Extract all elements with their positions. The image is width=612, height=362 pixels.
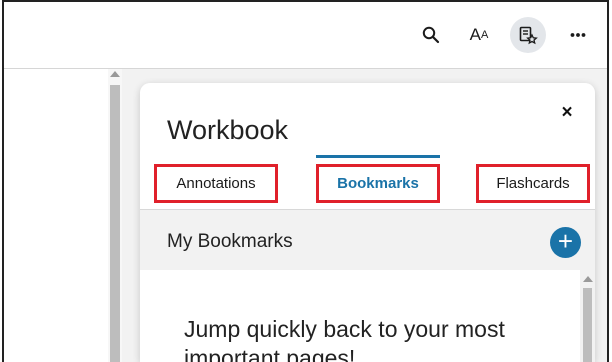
window-frame [2, 0, 609, 362]
